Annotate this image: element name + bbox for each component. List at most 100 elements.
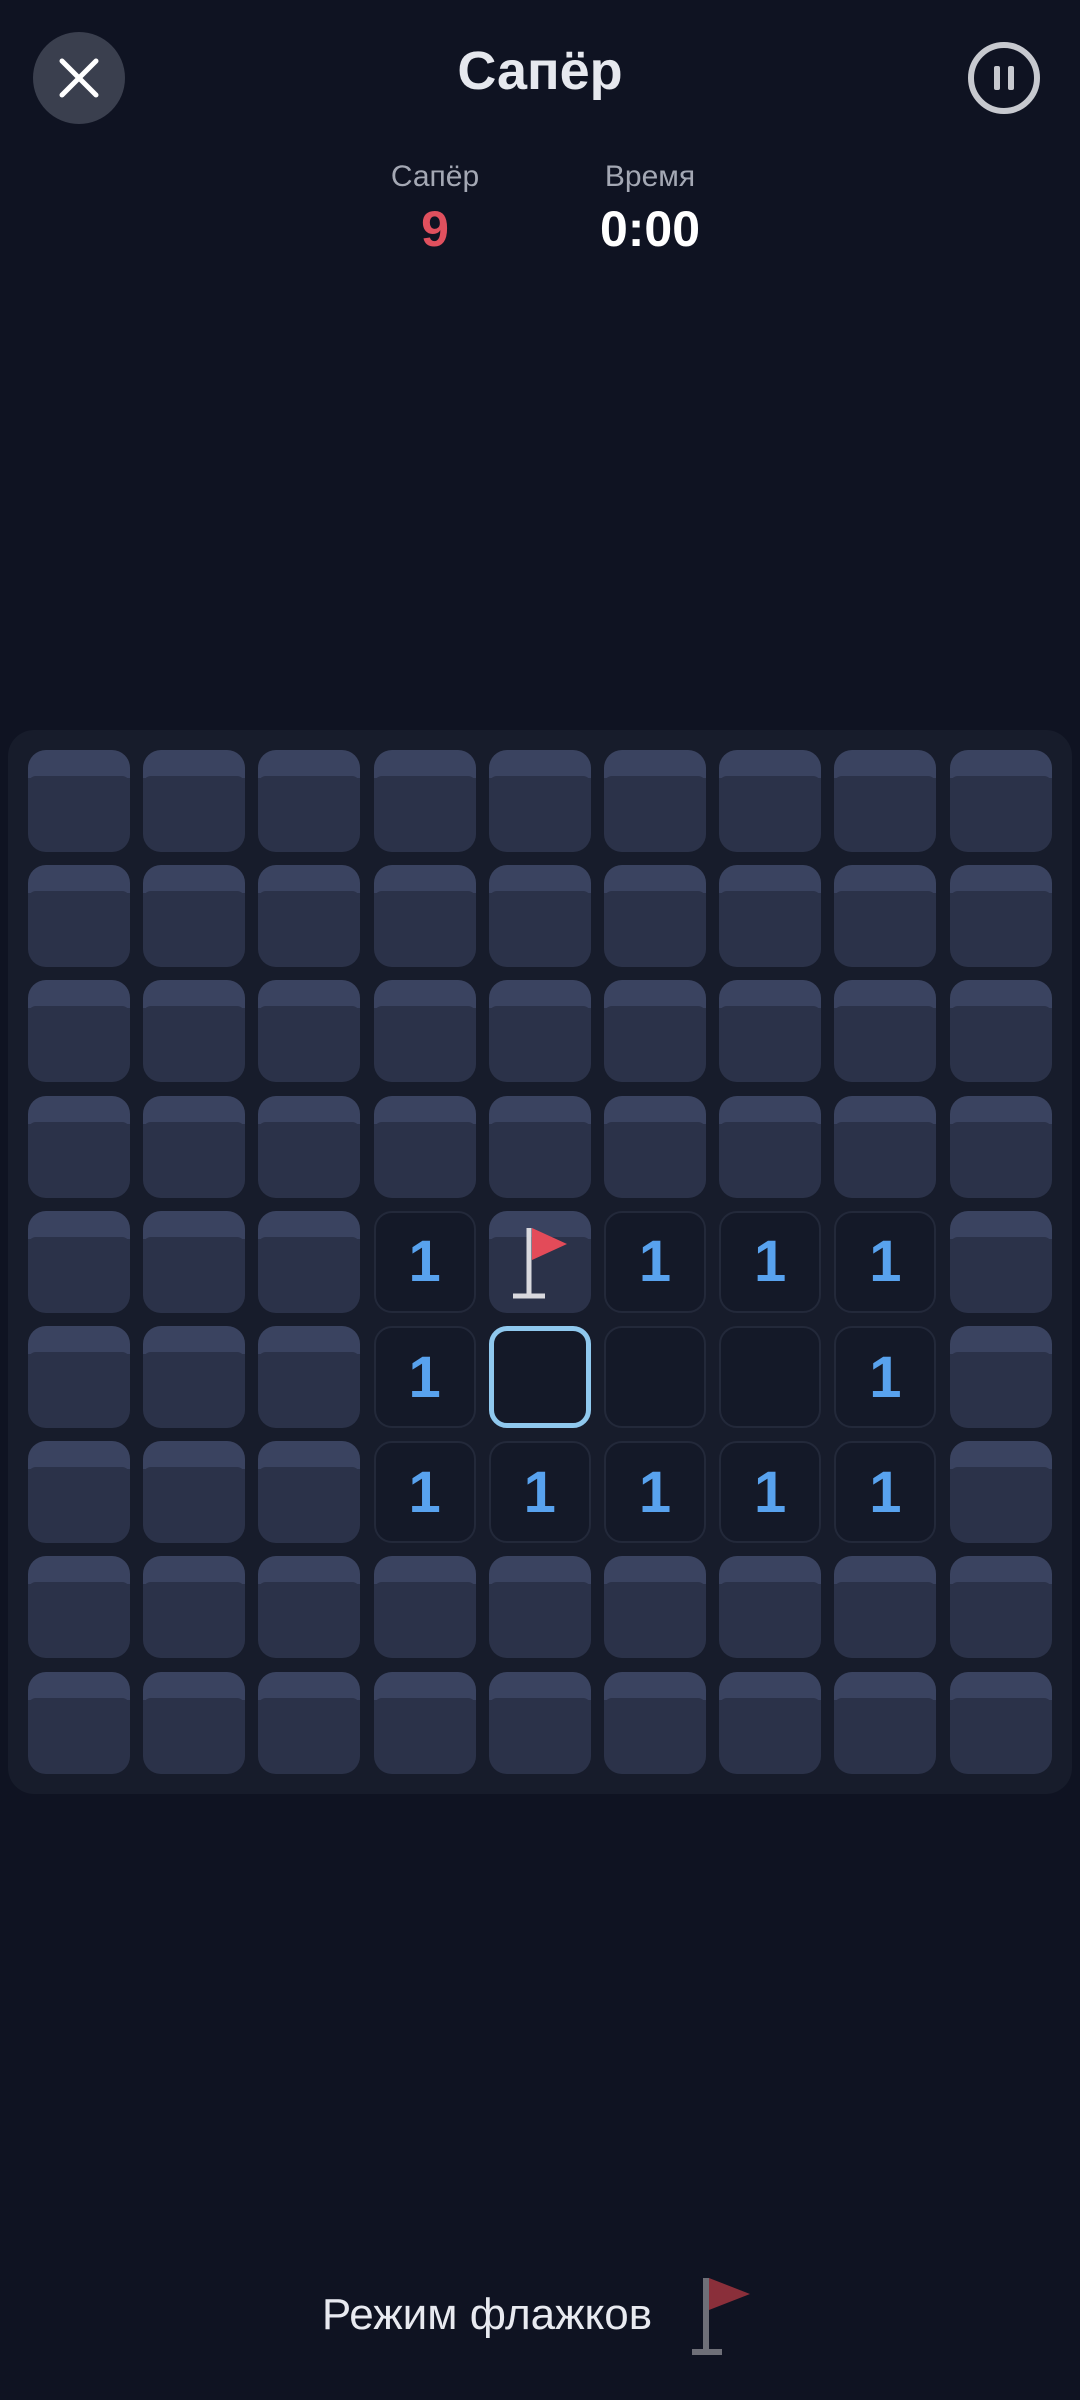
- cell-number[interactable]: 1: [719, 1441, 822, 1544]
- mines-value: 9: [421, 201, 449, 257]
- cell-number[interactable]: 1: [719, 1210, 822, 1313]
- cell-number-label: 1: [638, 1459, 672, 1525]
- cell-closed[interactable]: [834, 750, 937, 852]
- cell-number[interactable]: 1: [834, 1441, 937, 1544]
- cell-closed[interactable]: [28, 750, 130, 852]
- cell-number-label: 1: [408, 1459, 441, 1525]
- cell-number-label: 1: [869, 1229, 902, 1295]
- cell-closed[interactable]: [143, 865, 246, 968]
- cell-closed[interactable]: [28, 980, 130, 1083]
- cell-closed[interactable]: [949, 750, 1052, 852]
- pause-button[interactable]: [968, 42, 1040, 114]
- cell-closed[interactable]: [258, 865, 361, 968]
- time-label: Время: [604, 160, 696, 193]
- cell-closed[interactable]: [949, 865, 1052, 968]
- cell-closed[interactable]: [143, 1556, 246, 1659]
- cell-closed[interactable]: [719, 865, 822, 968]
- cell-flagged[interactable]: [488, 1210, 591, 1313]
- cell-closed[interactable]: [143, 1095, 246, 1198]
- cell-closed[interactable]: [373, 980, 476, 1083]
- cell-closed[interactable]: [373, 865, 476, 968]
- cell-closed[interactable]: [143, 750, 246, 852]
- cell-closed[interactable]: [143, 1210, 246, 1313]
- cell-closed[interactable]: [949, 1556, 1052, 1659]
- cell-closed[interactable]: [834, 980, 937, 1083]
- cell-number[interactable]: 1: [373, 1210, 476, 1313]
- cell-closed[interactable]: [28, 1210, 130, 1313]
- cell-closed[interactable]: [834, 865, 937, 968]
- cell-closed[interactable]: [28, 1671, 130, 1774]
- cell-number[interactable]: 1: [604, 1441, 706, 1544]
- cell-closed[interactable]: [949, 1441, 1052, 1544]
- cell-number[interactable]: 1: [834, 1326, 937, 1428]
- cell-number[interactable]: 1: [834, 1210, 937, 1313]
- cell-closed[interactable]: [719, 980, 822, 1083]
- cell-closed[interactable]: [949, 1095, 1052, 1198]
- cell-closed[interactable]: [488, 1671, 591, 1774]
- cell-closed[interactable]: [258, 750, 361, 852]
- pause-icon: [994, 66, 1014, 90]
- cell-closed[interactable]: [258, 1210, 361, 1313]
- cell-closed[interactable]: [604, 750, 706, 852]
- cell-number-label: 1: [638, 1229, 672, 1295]
- cell-closed[interactable]: [488, 865, 591, 968]
- cell-closed[interactable]: [719, 1671, 822, 1774]
- cell-closed[interactable]: [143, 1671, 246, 1774]
- cell-closed[interactable]: [604, 1671, 706, 1774]
- cell-closed[interactable]: [604, 1095, 706, 1198]
- cell-closed[interactable]: [949, 1326, 1052, 1428]
- cell-closed[interactable]: [834, 1556, 937, 1659]
- cell-closed[interactable]: [719, 1556, 822, 1659]
- flag-icon: [692, 2278, 751, 2355]
- cell-closed[interactable]: [488, 1556, 591, 1659]
- cell-number-label: 1: [523, 1459, 556, 1525]
- cell-number[interactable]: 1: [373, 1441, 476, 1544]
- cell-closed[interactable]: [258, 1441, 361, 1544]
- cell-number-label: 1: [869, 1344, 902, 1410]
- cell-closed[interactable]: [604, 865, 706, 968]
- cell-closed[interactable]: [834, 1671, 937, 1774]
- time-value: 0:00: [599, 201, 701, 257]
- cell-number-label: 1: [754, 1459, 787, 1525]
- cell-number-label: 1: [408, 1344, 441, 1410]
- timer: Время 0:00: [565, 160, 735, 258]
- cell-closed[interactable]: [373, 1556, 476, 1659]
- cell-open-empty[interactable]: [604, 1326, 706, 1428]
- cell-closed[interactable]: [258, 980, 361, 1083]
- cell-closed[interactable]: [604, 1556, 706, 1659]
- cell-closed[interactable]: [258, 1556, 361, 1659]
- cell-closed[interactable]: [488, 750, 591, 852]
- cell-closed[interactable]: [258, 1095, 361, 1198]
- cell-closed[interactable]: [143, 1441, 246, 1544]
- cell-closed[interactable]: [949, 1210, 1052, 1313]
- cell-number[interactable]: 1: [604, 1210, 706, 1313]
- cell-closed[interactable]: [143, 1326, 246, 1428]
- cell-selected[interactable]: [488, 1326, 591, 1428]
- cell-closed[interactable]: [28, 1095, 130, 1198]
- cell-closed[interactable]: [373, 750, 476, 852]
- cell-closed[interactable]: [143, 980, 246, 1083]
- cell-closed[interactable]: [28, 1326, 130, 1428]
- cell-closed[interactable]: [258, 1671, 361, 1774]
- cell-closed[interactable]: [949, 1671, 1052, 1774]
- flag-mode-toggle[interactable]: Режим флажков: [0, 2270, 1080, 2360]
- cell-closed[interactable]: [719, 1095, 822, 1198]
- cell-closed[interactable]: [488, 980, 591, 1083]
- cell-closed[interactable]: [28, 865, 130, 968]
- game-board: 1 1 1 1 1 1 1 1 1 1 1: [8, 730, 1072, 1794]
- cell-closed[interactable]: [258, 1326, 361, 1428]
- page-title: Сапёр: [457, 41, 623, 101]
- cell-closed[interactable]: [488, 1095, 591, 1198]
- cell-closed[interactable]: [28, 1441, 130, 1544]
- cell-closed[interactable]: [373, 1095, 476, 1198]
- cell-closed[interactable]: [373, 1671, 476, 1774]
- cell-number[interactable]: 1: [488, 1441, 591, 1544]
- cell-closed[interactable]: [949, 980, 1052, 1083]
- cell-open-empty[interactable]: [719, 1326, 822, 1428]
- cell-closed[interactable]: [834, 1095, 937, 1198]
- mines-label: Сапёр: [390, 160, 480, 193]
- cell-closed[interactable]: [719, 750, 822, 852]
- cell-number[interactable]: 1: [373, 1326, 476, 1428]
- cell-closed[interactable]: [604, 980, 706, 1083]
- cell-closed[interactable]: [28, 1556, 130, 1659]
